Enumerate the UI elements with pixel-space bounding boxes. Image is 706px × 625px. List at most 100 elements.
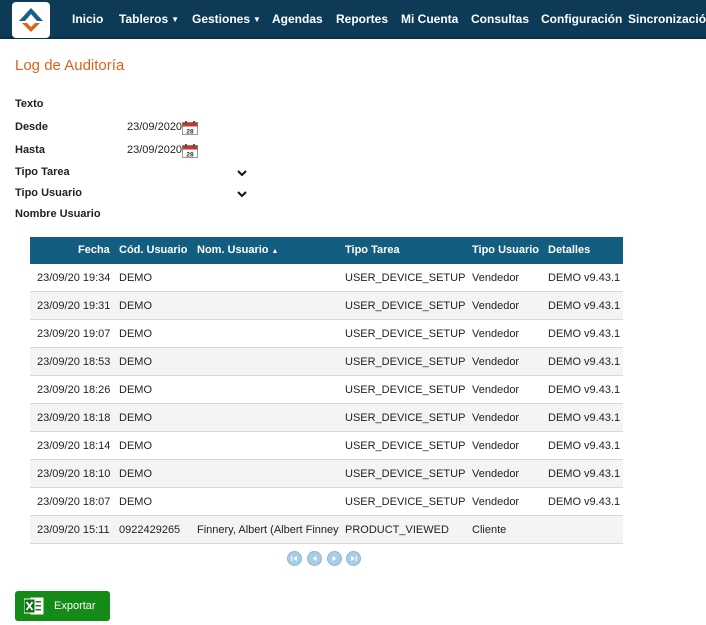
cell-cod-usuario: DEMO — [119, 496, 152, 508]
pager-first-button[interactable] — [287, 551, 302, 566]
cell-tipo-usuario: Vendedor — [472, 328, 520, 340]
cell-detalles: DEMO v9.43.1 — [548, 496, 621, 508]
top-navbar: Inicio Tableros ▼ Gestiones ▼ Agendas Repo… — [0, 0, 706, 39]
table-row[interactable]: 23/09/20 18:26 DEMO USER_DEVICE_SETUP Vende… — [30, 376, 623, 404]
table-row[interactable]: 23/09/20 18:53 DEMO USER_DEVICE_SETUP Vende… — [30, 348, 623, 376]
cell-tipo-tarea: USER_DEVICE_SETUP — [345, 412, 466, 424]
col-header-tipo-tarea[interactable]: Tipo Tarea — [345, 237, 400, 264]
cell-detalles: DEMO v9.43.1 — [548, 412, 621, 424]
cell-detalles: DEMO v9.43.1 — [548, 300, 621, 312]
cell-nom-usuario — [197, 488, 341, 516]
cell-tipo-usuario: Vendedor — [472, 440, 520, 452]
cell-nom-usuario — [197, 292, 341, 320]
cell-cod-usuario: DEMO — [119, 384, 152, 396]
cell-fecha: 23/09/20 18:53 — [37, 356, 111, 368]
nav-consultas[interactable]: Consultas — [471, 0, 529, 39]
sort-ascending-icon: ▲ — [271, 248, 279, 255]
nav-sincronizacion[interactable]: Sincronización — [628, 0, 706, 39]
col-header-nom-usuario[interactable]: Nom. Usuario ▲ — [197, 237, 278, 264]
chevron-down-icon[interactable] — [236, 189, 248, 199]
cell-fecha: 23/09/20 18:18 — [37, 412, 111, 424]
cell-tipo-tarea: USER_DEVICE_SETUP — [345, 272, 466, 284]
cell-tipo-usuario: Vendedor — [472, 272, 520, 284]
cell-tipo-usuario: Vendedor — [472, 412, 520, 424]
cell-detalles: DEMO v9.43.1 — [548, 328, 621, 340]
cell-fecha: 23/09/20 19:07 — [37, 328, 111, 340]
nav-configuracion[interactable]: Configuración — [541, 0, 622, 39]
calendar-icon[interactable]: 28 — [182, 121, 198, 135]
cell-cod-usuario: DEMO — [119, 272, 152, 284]
pager-previous-button[interactable] — [307, 551, 322, 566]
nav-gestiones[interactable]: Gestiones ▼ — [192, 0, 261, 39]
cell-tipo-tarea: PRODUCT_VIEWED — [345, 524, 449, 536]
table-row[interactable]: 23/09/20 19:07 DEMO USER_DEVICE_SETUP Vende… — [30, 320, 623, 348]
nav-inicio[interactable]: Inicio — [72, 0, 103, 39]
cell-nom-usuario — [197, 404, 341, 432]
next-page-icon — [332, 556, 337, 561]
table-row[interactable]: 23/09/20 18:10 DEMO USER_DEVICE_SETUP Vende… — [30, 460, 623, 488]
cell-tipo-tarea: USER_DEVICE_SETUP — [345, 440, 466, 452]
cell-cod-usuario: DEMO — [119, 300, 152, 312]
cell-cod-usuario: DEMO — [119, 440, 152, 452]
caret-down-icon: ▼ — [171, 15, 180, 24]
cell-cod-usuario: DEMO — [119, 328, 152, 340]
table-row[interactable]: 23/09/20 18:07 DEMO USER_DEVICE_SETUP Vende… — [30, 488, 623, 516]
table-row[interactable]: 23/09/20 18:18 DEMO USER_DEVICE_SETUP Vende… — [30, 404, 623, 432]
export-button-label: Exportar — [54, 600, 96, 612]
cell-tipo-usuario: Vendedor — [472, 496, 520, 508]
cell-detalles: DEMO v9.43.1 — [548, 356, 621, 368]
col-header-tipo-usuario[interactable]: Tipo Usuario — [472, 237, 539, 264]
cell-tipo-tarea: USER_DEVICE_SETUP — [345, 468, 466, 480]
cell-tipo-usuario: Vendedor — [472, 356, 520, 368]
cell-nom-usuario — [197, 320, 341, 348]
texto-label: Texto — [15, 98, 44, 110]
cell-detalles: DEMO v9.43.1 — [548, 272, 621, 284]
col-header-detalles[interactable]: Detalles — [548, 237, 590, 264]
table-row[interactable]: 23/09/20 18:14 DEMO USER_DEVICE_SETUP Vende… — [30, 432, 623, 460]
table-row[interactable]: 23/09/20 15:11 0922429265 Finnery, Albert … — [30, 516, 623, 544]
pager-last-button[interactable] — [346, 551, 361, 566]
export-button[interactable]: Exportar — [15, 591, 110, 621]
nav-reportes[interactable]: Reportes — [336, 0, 388, 39]
desde-date-field[interactable]: 23/09/2020 — [127, 121, 182, 133]
nav-tableros[interactable]: Tableros ▼ — [119, 0, 179, 39]
cell-fecha: 23/09/20 19:31 — [37, 300, 111, 312]
cell-nom-usuario — [197, 460, 341, 488]
cell-detalles: DEMO v9.43.1 — [548, 384, 621, 396]
cell-tipo-usuario: Cliente — [472, 524, 507, 536]
excel-icon — [24, 597, 44, 615]
nav-agendas[interactable]: Agendas — [272, 0, 323, 39]
col-header-cod-usuario[interactable]: Cód. Usuario — [119, 237, 187, 264]
cell-detalles: DEMO v9.43.1 — [548, 468, 621, 480]
table-row[interactable]: 23/09/20 19:34 DEMO USER_DEVICE_SETUP Vende… — [30, 264, 623, 292]
last-page-icon — [351, 556, 357, 561]
tipo-tarea-label: Tipo Tarea — [15, 166, 70, 178]
caret-down-icon: ▼ — [253, 15, 261, 24]
chevron-down-icon[interactable] — [236, 168, 248, 178]
cell-cod-usuario: DEMO — [119, 412, 152, 424]
first-page-icon — [291, 556, 297, 561]
app-logo[interactable] — [12, 2, 50, 38]
cell-tipo-tarea: USER_DEVICE_SETUP — [345, 300, 466, 312]
tipo-usuario-label: Tipo Usuario — [15, 187, 83, 199]
hasta-date-field[interactable]: 23/09/2020 — [127, 144, 182, 156]
pager-next-button[interactable] — [327, 551, 342, 566]
cell-detalles — [548, 516, 623, 544]
nav-mi-cuenta[interactable]: Mi Cuenta — [401, 0, 458, 39]
cell-detalles: DEMO v9.43.1 — [548, 440, 621, 452]
cell-fecha: 23/09/20 15:11 — [37, 524, 110, 536]
calendar-icon[interactable]: 28 — [182, 144, 198, 158]
cell-fecha: 23/09/20 18:07 — [37, 496, 111, 508]
cell-nom-usuario — [197, 376, 341, 404]
nombre-usuario-label: Nombre Usuario — [15, 208, 101, 220]
previous-page-icon — [312, 556, 317, 561]
cell-cod-usuario: DEMO — [119, 468, 152, 480]
col-header-fecha[interactable]: Fecha — [78, 237, 110, 264]
table-row[interactable]: 23/09/20 19:31 DEMO USER_DEVICE_SETUP Vende… — [30, 292, 623, 320]
cell-nom-usuario — [197, 348, 341, 376]
cell-nom-usuario — [197, 264, 341, 292]
svg-text:28: 28 — [186, 152, 194, 159]
cell-fecha: 23/09/20 18:10 — [37, 468, 111, 480]
cell-tipo-tarea: USER_DEVICE_SETUP — [345, 356, 466, 368]
cell-tipo-usuario: Vendedor — [472, 300, 520, 312]
